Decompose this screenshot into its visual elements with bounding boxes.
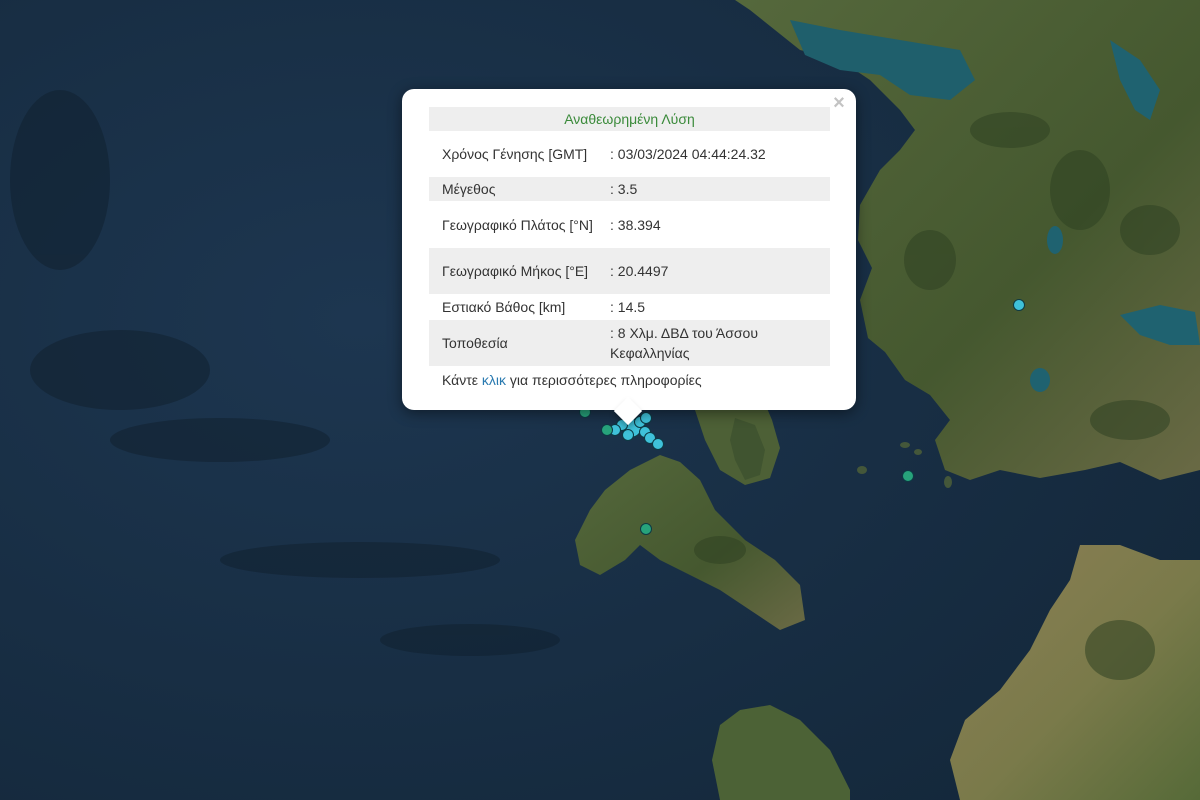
popup-header-row: Αναθεωρημένη Λύση: [429, 107, 830, 131]
table-row: Γεωγραφικό Μήκος [°E] : 20.4497: [429, 248, 830, 294]
value-origin-time: : 03/03/2024 04:44:24.32: [610, 146, 766, 162]
label-location: Τοποθεσία: [429, 320, 610, 366]
value-location: : 8 Χλμ. ΔΒΔ του Άσσου Κεφαλληνίας: [610, 320, 830, 366]
more-info-prefix: Κάντε: [442, 372, 482, 388]
label-latitude: Γεωγραφικό Πλάτος [°N]: [442, 216, 593, 233]
earthquake-marker[interactable]: [640, 523, 652, 535]
label-magnitude: Μέγεθος: [429, 177, 610, 201]
earthquake-popup: × Αναθεωρημένη Λύση Χρόνος Γένησης [GMT]…: [402, 89, 856, 426]
earthquake-info-table: Αναθεωρημένη Λύση Χρόνος Γένησης [GMT] :…: [429, 107, 830, 366]
more-info-line: Κάντε κλικ για περισσότερες πληροφορίες: [429, 366, 830, 389]
value-magnitude: : 3.5: [610, 177, 830, 201]
popup-header: Αναθεωρημένη Λύση: [429, 107, 830, 131]
close-icon[interactable]: ×: [830, 93, 848, 113]
earthquake-marker[interactable]: [1013, 299, 1025, 311]
table-row: Τοποθεσία : 8 Χλμ. ΔΒΔ του Άσσου Κεφαλλη…: [429, 320, 830, 366]
earthquake-marker[interactable]: [640, 412, 652, 424]
value-longitude: : 20.4497: [610, 248, 830, 294]
more-info-suffix: για περισσότερες πληροφορίες: [506, 372, 702, 388]
earthquake-marker[interactable]: [601, 424, 613, 436]
earthquake-marker[interactable]: [652, 438, 664, 450]
table-row: Εστιακό Βάθος [km] : 14.5: [429, 294, 830, 320]
label-longitude: Γεωγραφικό Μήκος [°E]: [429, 248, 610, 294]
value-latitude: : 38.394: [610, 216, 661, 233]
more-info-link[interactable]: κλικ: [482, 372, 506, 388]
table-row: Μέγεθος : 3.5: [429, 177, 830, 201]
label-origin-time: Χρόνος Γένησης [GMT]: [442, 146, 588, 162]
value-depth: : 14.5: [610, 299, 646, 315]
table-row: Γεωγραφικό Πλάτος [°N] : 38.394: [429, 201, 830, 248]
table-row: Χρόνος Γένησης [GMT] : 03/03/2024 04:44:…: [429, 131, 830, 177]
earthquake-marker[interactable]: [622, 429, 634, 441]
earthquake-marker[interactable]: [902, 470, 914, 482]
label-depth: Εστιακό Βάθος [km]: [442, 299, 566, 315]
